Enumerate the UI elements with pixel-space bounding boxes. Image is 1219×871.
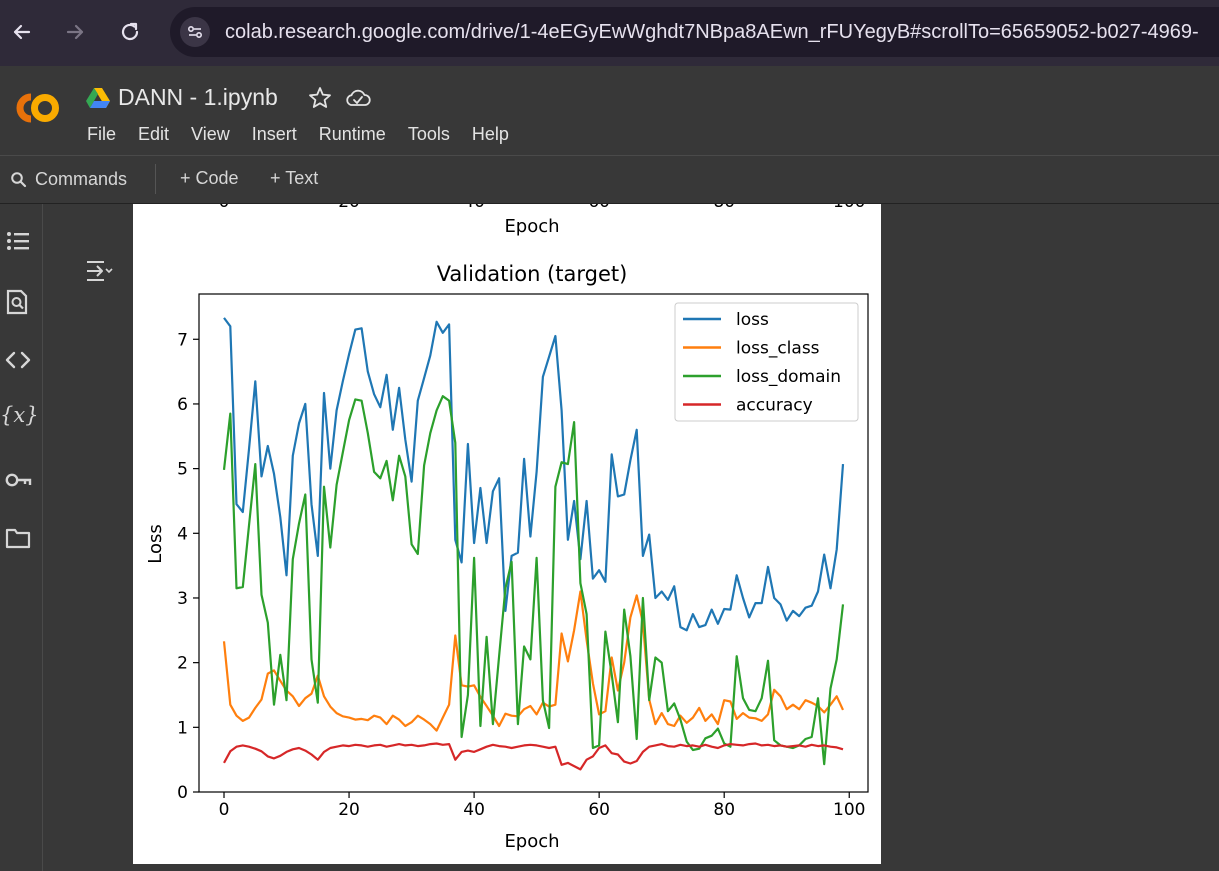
legend-label-accuracy: accuracy xyxy=(736,396,813,416)
colab-logo[interactable] xyxy=(8,88,64,128)
chart-legend: loss loss_class loss_domain accuracy xyxy=(674,302,859,422)
x-tick-label: 20 xyxy=(338,800,360,820)
star-icon[interactable] xyxy=(308,86,332,110)
menu-edit[interactable]: Edit xyxy=(138,124,169,145)
x-tick-label: 80 xyxy=(713,800,735,820)
x-tick-label: 60 xyxy=(588,800,610,820)
google-drive-icon[interactable] xyxy=(86,87,110,109)
x-tick-label: 40 xyxy=(463,800,485,820)
site-info-icon[interactable] xyxy=(180,17,210,47)
legend-label-loss-class: loss_class xyxy=(736,339,820,359)
commands-label: Commands xyxy=(35,169,128,189)
browser-toolbar: colab.research.google.com/drive/1-4eEGyE… xyxy=(0,0,1219,66)
previous-chart-xticks: 0 20 40 60 80 100 xyxy=(219,204,866,212)
output-actions-icon[interactable] xyxy=(84,258,114,284)
y-axis-label: Loss xyxy=(145,524,166,563)
y-tick-label: 3 xyxy=(177,589,188,609)
previous-chart-xlabel: Epoch xyxy=(504,216,559,237)
previous-x-tick-label: 20 xyxy=(338,204,360,212)
add-code-button[interactable]: + Code xyxy=(180,168,239,189)
x-axis: 0 20 40 60 80 100 xyxy=(219,792,865,820)
y-tick-label: 6 xyxy=(177,395,188,415)
y-tick-label: 0 xyxy=(177,783,188,803)
table-of-contents-icon[interactable] xyxy=(4,228,32,256)
menu-view[interactable]: View xyxy=(191,124,230,145)
y-tick-label: 5 xyxy=(177,460,188,480)
legend-label-loss-domain: loss_domain xyxy=(736,367,841,387)
forward-arrow-icon[interactable] xyxy=(62,19,88,45)
x-tick-label: 100 xyxy=(833,800,865,820)
menu-file[interactable]: File xyxy=(87,124,116,145)
search-icon xyxy=(11,171,27,187)
notebook-title[interactable]: DANN - 1.ipynb xyxy=(118,84,278,111)
menu-tools[interactable]: Tools xyxy=(408,124,450,145)
back-arrow-icon[interactable] xyxy=(9,19,35,45)
menu-help[interactable]: Help xyxy=(472,124,509,145)
chart-title: Validation (target) xyxy=(437,262,628,286)
address-bar[interactable]: colab.research.google.com/drive/1-4eEGyE… xyxy=(170,7,1219,57)
legend-label-loss: loss xyxy=(736,310,769,330)
x-axis-label: Epoch xyxy=(504,831,559,852)
files-folder-icon[interactable] xyxy=(4,524,32,552)
previous-x-tick-label: 100 xyxy=(833,204,865,212)
y-tick-label: 2 xyxy=(177,654,188,674)
find-replace-icon[interactable] xyxy=(4,288,32,316)
menu-runtime[interactable]: Runtime xyxy=(319,124,386,145)
x-tick-label: 0 xyxy=(219,800,230,820)
y-tick-label: 7 xyxy=(177,330,188,350)
secrets-key-icon[interactable] xyxy=(4,466,32,494)
add-text-button[interactable]: + Text xyxy=(270,168,318,189)
reload-icon[interactable] xyxy=(117,19,143,45)
left-sidebar: {x} xyxy=(0,204,43,871)
notebook-background xyxy=(881,204,1219,871)
toolbar-divider xyxy=(155,164,156,194)
url-text[interactable]: colab.research.google.com/drive/1-4eEGyE… xyxy=(225,21,1199,44)
notebook-toolbar: Commands + Code + Text xyxy=(0,156,1219,204)
cell-output: 020406080100 Epoch Validation (target) 0… xyxy=(133,204,881,864)
commands-button[interactable]: Commands xyxy=(10,169,127,190)
y-tick-label: 4 xyxy=(177,524,188,544)
cell-gutter xyxy=(43,204,133,871)
previous-x-tick-label: 60 xyxy=(588,204,610,212)
previous-x-tick-label: 0 xyxy=(219,204,230,212)
previous-x-tick-label: 40 xyxy=(463,204,485,212)
previous-x-tick-label: 80 xyxy=(713,204,735,212)
notebook-header: DANN - 1.ipynb File Edit View Insert Run… xyxy=(0,66,1219,156)
cloud-saved-icon[interactable] xyxy=(344,86,372,110)
y-tick-label: 1 xyxy=(177,718,188,738)
validation-chart: 020406080100 Epoch Validation (target) 0… xyxy=(145,204,869,852)
menu-insert[interactable]: Insert xyxy=(252,124,297,145)
variables-icon[interactable]: {x} xyxy=(0,403,39,431)
code-snippets-icon[interactable] xyxy=(4,346,32,374)
menu-bar: File Edit View Insert Runtime Tools Help xyxy=(87,124,531,145)
y-axis: 0 1 2 3 4 5 6 7 xyxy=(177,330,199,803)
